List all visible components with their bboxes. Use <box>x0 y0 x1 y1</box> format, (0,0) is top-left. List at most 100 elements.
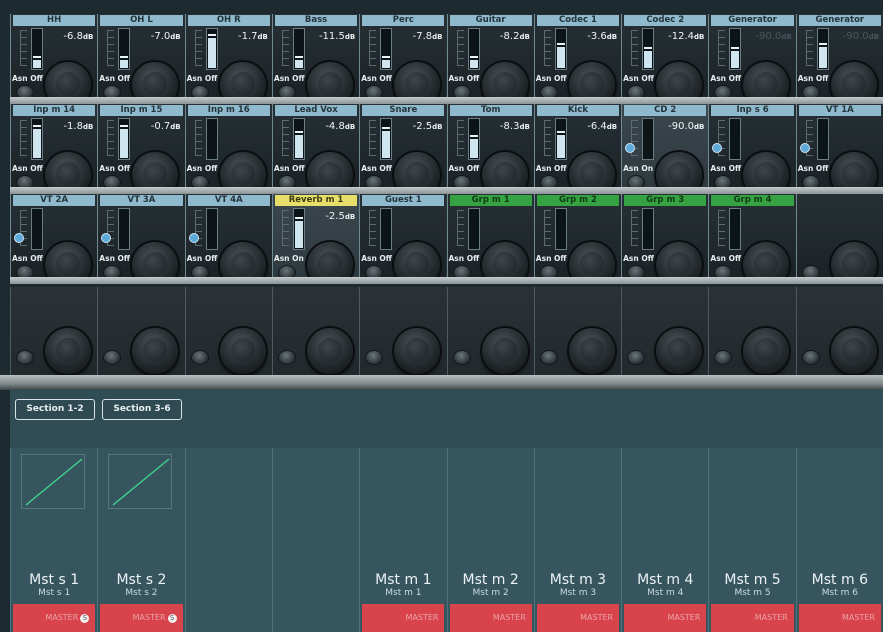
channel-name[interactable]: Guest 1 <box>362 195 445 206</box>
channel-strip[interactable]: Guitar -8.2dB Asn Off <box>446 14 534 104</box>
tab-section-2[interactable]: Section 3-6 <box>102 399 182 420</box>
master-lane[interactable] <box>271 448 360 632</box>
rotary-knob[interactable] <box>219 328 266 374</box>
channel-name[interactable]: Kick <box>536 105 620 116</box>
channel-strip[interactable]: VT 1A Asn Off <box>795 104 883 194</box>
rotary-knob[interactable] <box>830 328 877 374</box>
channel-name[interactable]: Inp m 14 <box>13 105 96 116</box>
select-button[interactable] <box>539 350 558 365</box>
channel-strip[interactable]: Grp m 4 Asn Off <box>708 194 796 284</box>
channel-name[interactable]: Grp m 4 <box>711 195 794 206</box>
select-button[interactable] <box>627 350 646 365</box>
rotary-knob[interactable] <box>306 328 353 374</box>
channel-strip[interactable]: OH R -1.7dB Asn Off <box>184 14 272 104</box>
channel-name[interactable]: Lead Vox <box>274 105 358 116</box>
channel-name[interactable]: CD 2 <box>624 105 707 116</box>
channel-strip[interactable]: Grp m 1 Asn Off <box>446 194 534 284</box>
channel-strip[interactable]: Inp m 15 -0.7dB Asn Off <box>97 104 185 194</box>
channel-strip[interactable]: Generator -90.0dB Asn Off <box>795 14 883 104</box>
channel-strip[interactable]: Grp m 3 Asn Off <box>621 194 709 284</box>
master-lane[interactable]: Mst m 6 Mst m 6 MASTER <box>795 448 883 632</box>
select-button[interactable] <box>103 350 122 365</box>
channel-name[interactable]: OH R <box>187 15 270 26</box>
master-lane[interactable]: Mst m 4 Mst m 4 MASTER <box>621 448 709 632</box>
master-bar[interactable]: MASTER S <box>13 604 96 632</box>
select-button[interactable] <box>452 350 471 365</box>
channel-strip[interactable]: Generator -90.0dB Asn Off <box>708 14 796 104</box>
channel-name[interactable] <box>799 195 881 206</box>
channel-name[interactable]: VT 2A <box>13 195 96 206</box>
channel-strip[interactable]: Snare -2.5dB Asn Off <box>359 104 447 194</box>
channel-strip[interactable]: Codec 1 -3.6dB Asn Off <box>533 14 622 104</box>
master-lane[interactable]: Mst m 5 Mst m 5 MASTER <box>708 448 796 632</box>
channel-name[interactable]: OH L <box>100 15 183 26</box>
channel-strip[interactable] <box>795 194 883 284</box>
master-lane[interactable]: Mst m 3 Mst m 3 MASTER <box>533 448 622 632</box>
channel-name[interactable]: Grp m 2 <box>536 195 620 206</box>
select-button[interactable] <box>16 350 34 365</box>
channel-strip[interactable]: Lead Vox -4.8dB Asn Off <box>271 104 360 194</box>
channel-name[interactable]: Codec 2 <box>624 15 707 26</box>
rotary-knob[interactable] <box>656 328 703 374</box>
select-button[interactable] <box>365 350 384 365</box>
channel-strip[interactable]: Guest 1 Asn Off <box>359 194 447 284</box>
master-bar[interactable]: MASTER <box>711 604 794 632</box>
channel-name[interactable]: Tom <box>449 105 532 116</box>
channel-name[interactable]: HH <box>13 15 96 26</box>
master-bar[interactable]: MASTER <box>798 604 881 632</box>
channel-strip[interactable]: Grp m 2 Asn Off <box>533 194 622 284</box>
channel-strip[interactable]: Perc -7.8dB Asn Off <box>359 14 447 104</box>
master-lane[interactable] <box>184 448 272 632</box>
master-bar[interactable]: MASTER <box>449 604 532 632</box>
channel-strip[interactable]: OH L -7.0dB Asn Off <box>97 14 185 104</box>
solo-icon[interactable]: S <box>167 614 177 623</box>
channel-strip[interactable]: VT 4A Asn Off <box>184 194 272 284</box>
master-bar[interactable]: MASTER <box>536 604 620 632</box>
select-button[interactable] <box>277 350 296 365</box>
select-button[interactable] <box>714 350 733 365</box>
channel-name[interactable]: Inp s 6 <box>711 105 794 116</box>
channel-name[interactable]: Guitar <box>449 15 532 26</box>
master-lane[interactable]: Mst m 1 Mst m 1 MASTER <box>359 448 447 632</box>
channel-name[interactable]: VT 1A <box>798 105 881 116</box>
channel-strip[interactable]: Codec 2 -12.4dB Asn Off <box>621 14 709 104</box>
channel-name[interactable]: VT 4A <box>187 195 270 206</box>
channel-strip[interactable]: Tom -8.3dB Asn Off <box>446 104 534 194</box>
master-lane[interactable]: Mst m 2 Mst m 2 MASTER <box>446 448 534 632</box>
channel-strip[interactable]: Reverb m 1 -2.5dB Asn On <box>271 194 360 284</box>
channel-strip[interactable]: Bass -11.5dB Asn Off <box>271 14 360 104</box>
select-button[interactable] <box>801 350 820 365</box>
channel-name[interactable]: VT 3A <box>100 195 183 206</box>
channel-strip[interactable]: VT 2A Asn Off <box>10 194 98 284</box>
channel-strip[interactable]: CD 2 -90.0dB Asn On <box>621 104 709 194</box>
rotary-knob[interactable] <box>743 328 790 374</box>
rotary-knob[interactable] <box>481 328 528 374</box>
channel-name[interactable]: Codec 1 <box>536 15 620 26</box>
select-button[interactable] <box>190 350 209 365</box>
channel-name[interactable]: Bass <box>274 15 358 26</box>
tab-section-1[interactable]: Section 1-2 <box>15 399 95 420</box>
master-lane[interactable]: Mst s 2 Mst s 2 MASTER S <box>97 448 185 632</box>
channel-name[interactable]: Grp m 1 <box>449 195 532 206</box>
channel-strip[interactable]: Inp s 6 Asn Off <box>708 104 796 194</box>
solo-icon[interactable]: S <box>80 614 90 623</box>
rotary-knob[interactable] <box>568 328 615 374</box>
channel-strip[interactable]: VT 3A Asn Off <box>97 194 185 284</box>
rotary-knob[interactable] <box>394 328 441 374</box>
channel-strip[interactable]: Inp m 16 Asn Off <box>184 104 272 194</box>
rotary-knob[interactable] <box>45 328 91 374</box>
channel-name[interactable]: Grp m 3 <box>624 195 707 206</box>
master-bar[interactable]: MASTER S <box>100 604 183 632</box>
master-bar[interactable]: MASTER <box>362 604 445 632</box>
channel-name[interactable]: Generator <box>711 15 794 26</box>
channel-name[interactable]: Perc <box>362 15 445 26</box>
master-bar[interactable]: MASTER <box>624 604 707 632</box>
channel-name[interactable]: Inp m 15 <box>100 105 183 116</box>
channel-name[interactable]: Snare <box>362 105 445 116</box>
channel-strip[interactable]: Inp m 14 -1.8dB Asn Off <box>10 104 98 194</box>
channel-strip[interactable]: HH -6.8dB Asn Off <box>10 14 98 104</box>
channel-name[interactable]: Reverb m 1 <box>274 195 358 206</box>
rotary-knob[interactable] <box>132 328 179 374</box>
channel-name[interactable]: Generator <box>798 15 881 26</box>
channel-name[interactable]: Inp m 16 <box>187 105 270 116</box>
